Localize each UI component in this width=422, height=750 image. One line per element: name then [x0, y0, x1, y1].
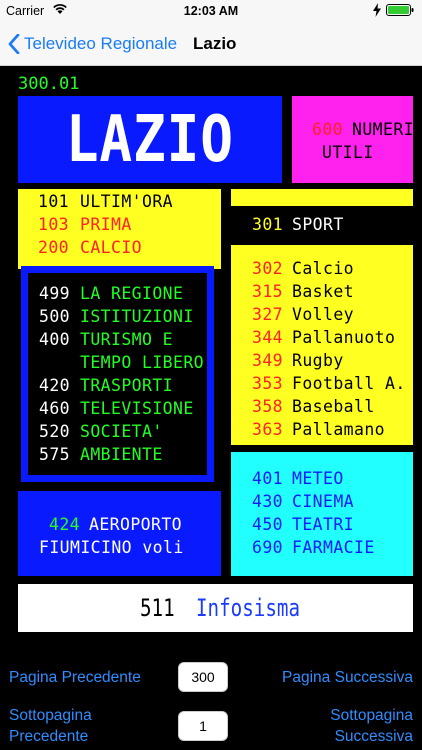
teletext-page-number: 300.01 — [18, 74, 80, 94]
services-block: 401 METEO 430 CINEMA 450 TEATRI 690 FARMACIE — [231, 452, 413, 576]
nav-title: Lazio — [193, 34, 237, 53]
navigation-bar: Televideo Regionale Lazio — [0, 22, 422, 66]
back-button[interactable]: Televideo Regionale — [8, 32, 177, 56]
next-page-button[interactable]: Pagina Successiva — [282, 667, 413, 688]
back-label: Televideo Regionale — [24, 34, 178, 53]
chevron-left-icon — [8, 34, 20, 54]
charging-icon — [372, 3, 382, 17]
header-title: LAZIO — [65, 102, 235, 177]
infosisma-label: Infosisma — [196, 594, 301, 622]
top-bar: Carrier 12:03 AM Televideo Regionale Laz… — [0, 0, 422, 66]
next-subpage-button[interactable]: Sottopagina Successiva — [330, 705, 413, 747]
news-block: 101 ULTIM'ORA 103 PRIMA 200 CALCIO — [18, 189, 221, 269]
useful-label-2: UTILI — [322, 143, 374, 162]
sport-number: 301 — [252, 215, 284, 234]
useful-number: 600 — [312, 120, 344, 139]
airport-link[interactable]: 424 AEROPORTO FIUMICINO voli — [18, 491, 221, 576]
status-bar: Carrier 12:03 AM — [0, 0, 422, 22]
region-block: 499 LA REGIONE 500 ISTITUZIONI 400 TURISMO … — [21, 266, 214, 482]
airport-label-1: AEROPORTO — [89, 515, 183, 534]
previous-subpage-button[interactable]: Sottopagina Precedente — [9, 705, 92, 747]
airport-label-2: FIUMICINO voli — [39, 538, 184, 557]
battery-icon — [386, 4, 414, 16]
teletext-page: 300.01 LAZIO 600 NUMERI UTILI 101 ULTIM'… — [0, 66, 422, 656]
sport-label: SPORT — [292, 215, 344, 234]
useful-numbers-link[interactable]: 600 NUMERI UTILI — [292, 96, 415, 183]
infosisma-number: 511 — [140, 594, 175, 622]
status-time: 12:03 AM — [183, 4, 239, 18]
subpage-number-input[interactable]: 1 — [178, 711, 228, 741]
previous-subpage-label-1: Sottopagina — [9, 707, 92, 724]
next-subpage-label-1: Sottopagina — [330, 707, 413, 724]
next-subpage-label-2: Successiva — [334, 728, 413, 745]
header-block: LAZIO — [18, 96, 282, 183]
infosisma-link[interactable]: 511 Infosisma — [18, 584, 413, 632]
previous-subpage-label-2: Precedente — [9, 728, 89, 745]
sports-block: 302 Calcio 315 Basket 327 Volley 344 Pallanu… — [231, 245, 413, 445]
divider-bar — [231, 189, 413, 206]
airport-number: 424 — [49, 515, 81, 534]
previous-page-button[interactable]: Pagina Precedente — [9, 667, 141, 688]
page-number-input[interactable]: 300 — [178, 662, 228, 692]
page-controls: Pagina Precedente 300 Pagina Successiva … — [0, 656, 422, 750]
useful-label-1: NUMERI — [352, 120, 415, 139]
